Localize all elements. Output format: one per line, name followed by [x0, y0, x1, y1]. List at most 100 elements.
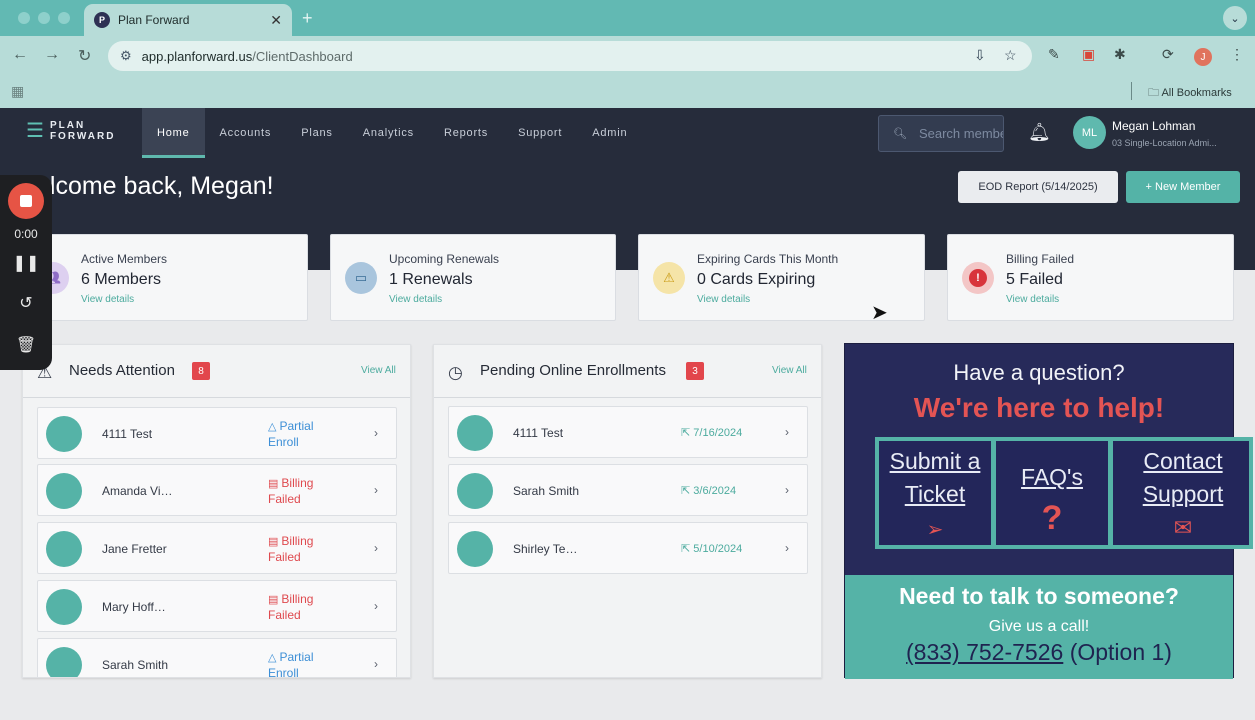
chevron-right-icon[interactable]: › [785, 425, 789, 439]
calendar-icon: ⇱ [681, 485, 691, 497]
all-bookmarks[interactable]: 🗀 All Bookmarks [1148, 84, 1232, 103]
list-item[interactable]: Shirley Te… ⇱ 5/10/2024 › [448, 522, 808, 574]
view-all-link[interactable]: View All [361, 365, 396, 376]
new-member-button[interactable]: + New Member [1126, 171, 1240, 203]
chevron-right-icon[interactable]: › [374, 541, 378, 555]
menu-admin[interactable]: Admin [577, 108, 642, 158]
help-footer: Need to talk to someone? Give us a call!… [845, 575, 1233, 679]
browser-tab-bar: P Plan Forward ✕ + ⌄ [0, 0, 1255, 36]
restart-icon[interactable]: ↺ [0, 293, 52, 313]
browser-nav-bar: ← → ↻ ⚙ app.planforward.us/ClientDashboa… [0, 36, 1255, 76]
clock-icon: ◷ [448, 363, 463, 382]
browser-tab[interactable]: P Plan Forward ✕ [84, 4, 292, 36]
calendar-icon: ⇱ [681, 427, 691, 439]
eod-report-button[interactable]: EOD Report (5/14/2025) [958, 171, 1118, 203]
avatar [457, 415, 493, 451]
pause-icon[interactable]: ❚❚ [0, 253, 52, 273]
chevron-right-icon[interactable]: › [374, 657, 378, 671]
view-details-link[interactable]: View details [81, 294, 134, 305]
warning-icon: △ [268, 652, 277, 664]
stop-recording-button[interactable] [8, 183, 44, 219]
menu-home[interactable]: Home [142, 108, 205, 158]
menu-support[interactable]: Support [503, 108, 577, 158]
stat-card-upcoming-renewals: ▭ Upcoming Renewals 1 Renewals View deta… [330, 234, 616, 321]
help-headline: We're here to help! [913, 392, 1165, 423]
main-menu: Home Accounts Plans Analytics Reports Su… [142, 108, 642, 158]
list-item[interactable]: Sarah Smith ⇱ 3/6/2024 › [448, 464, 808, 516]
url-host: app.planforward.us [141, 48, 253, 64]
faq-button[interactable]: FAQ's ? [992, 437, 1112, 549]
profile-avatar[interactable]: J [1194, 48, 1212, 66]
user-name[interactable]: Megan Lohman [1112, 119, 1195, 133]
status-badge: △ Partial Enroll [268, 650, 314, 678]
list-item[interactable]: Amanda Vi… ▤ Billing Failed › [37, 464, 397, 516]
help-widget: Have a question? We're here to help! Sub… [844, 343, 1253, 679]
back-icon[interactable]: ← [12, 46, 28, 64]
help-question: Have a question? [953, 360, 1125, 385]
pdf-icon[interactable]: ▣ [1082, 46, 1095, 63]
avatar [46, 473, 82, 509]
search-input[interactable]: 🔍︎ Search members [878, 115, 1004, 152]
list-item[interactable]: Mary Hoff… ▤ Billing Failed › [37, 580, 397, 632]
search-placeholder: Search members [918, 126, 1003, 141]
more-menu-icon[interactable]: ⋮ [1230, 46, 1244, 63]
chevron-right-icon[interactable]: › [374, 426, 378, 440]
address-bar[interactable]: ⚙ app.planforward.us/ClientDashboard ⇩ ☆ [108, 41, 1032, 71]
eyedropper-icon[interactable]: ✎ [1048, 46, 1060, 63]
window-controls[interactable] [18, 12, 70, 24]
count-badge: 3 [686, 362, 704, 380]
list-item[interactable]: Jane Fretter ▤ Billing Failed › [37, 522, 397, 574]
recording-timer: 0:00 [14, 227, 38, 241]
apps-grid-icon[interactable]: ▦ [11, 83, 24, 100]
trash-icon[interactable]: 🗑︎ [0, 335, 52, 355]
panel-title: Needs Attention [69, 362, 175, 379]
app-header: ☰ PLAN FORWARD Home Accounts Plans Analy… [0, 108, 1255, 158]
close-tab-icon[interactable]: ✕ [270, 12, 282, 29]
user-avatar[interactable]: ML [1073, 116, 1106, 149]
mouse-cursor-icon: ➤ [871, 302, 888, 324]
submit-ticket-button[interactable]: Submit a Ticket ➢ [875, 437, 995, 549]
site-settings-icon[interactable]: ⚙ [120, 48, 132, 64]
menu-reports[interactable]: Reports [429, 108, 503, 158]
question-mark-icon: ? [1041, 499, 1063, 537]
chevron-right-icon[interactable]: › [785, 483, 789, 497]
search-icon: 🔍︎ [893, 128, 907, 140]
bell-icon[interactable]: 🔔︎ [1028, 122, 1051, 143]
list-item[interactable]: 4111 Test △ Partial Enroll › [37, 407, 397, 459]
enrollment-date: ⇱ 3/6/2024 [681, 485, 737, 497]
credit-card-icon: ▤ [268, 478, 279, 490]
new-tab-icon[interactable]: + [302, 8, 313, 29]
screen-recorder: 0:00 ❚❚ ↺ 🗑︎ [0, 175, 52, 370]
phone-link[interactable]: (833) 752-7526 [906, 639, 1063, 665]
view-details-link[interactable]: View details [389, 294, 442, 305]
stat-card-billing-failed: ! Billing Failed 5 Failed View details [947, 234, 1234, 321]
install-app-icon[interactable]: ⇩ [974, 47, 986, 64]
view-details-link[interactable]: View details [697, 294, 750, 305]
sync-icon[interactable]: ⟳ [1162, 46, 1174, 63]
menu-accounts[interactable]: Accounts [205, 108, 287, 158]
extensions-icon[interactable]: ✱ [1114, 46, 1126, 63]
avatar [457, 473, 493, 509]
user-role: 03 Single-Location Admi... [1112, 138, 1217, 148]
menu-plans[interactable]: Plans [286, 108, 348, 158]
chevron-right-icon[interactable]: › [785, 541, 789, 555]
chevron-down-icon[interactable]: ⌄ [1223, 6, 1247, 30]
forward-icon[interactable]: → [44, 46, 60, 64]
chevron-right-icon[interactable]: › [374, 599, 378, 613]
warning-icon: △ [268, 421, 277, 433]
panel-title: Pending Online Enrollments [480, 362, 666, 379]
list-item[interactable]: Sarah Smith △ Partial Enroll › [37, 638, 397, 678]
view-details-link[interactable]: View details [1006, 294, 1059, 305]
avatar [46, 647, 82, 677]
reload-icon[interactable]: ↻ [78, 46, 91, 66]
view-all-link[interactable]: View All [772, 365, 807, 376]
bookmark-star-icon[interactable]: ☆ [1004, 47, 1017, 64]
avatar [457, 531, 493, 567]
credit-card-icon: ▤ [268, 536, 279, 548]
list-item[interactable]: 4111 Test ⇱ 7/16/2024 › [448, 406, 808, 458]
contact-support-button[interactable]: Contact Support ✉ [1109, 437, 1253, 549]
menu-analytics[interactable]: Analytics [348, 108, 429, 158]
chevron-right-icon[interactable]: › [374, 483, 378, 497]
status-badge: ▤ Billing Failed [268, 534, 314, 564]
plan-forward-logo[interactable]: ☰ PLAN FORWARD [26, 120, 115, 142]
